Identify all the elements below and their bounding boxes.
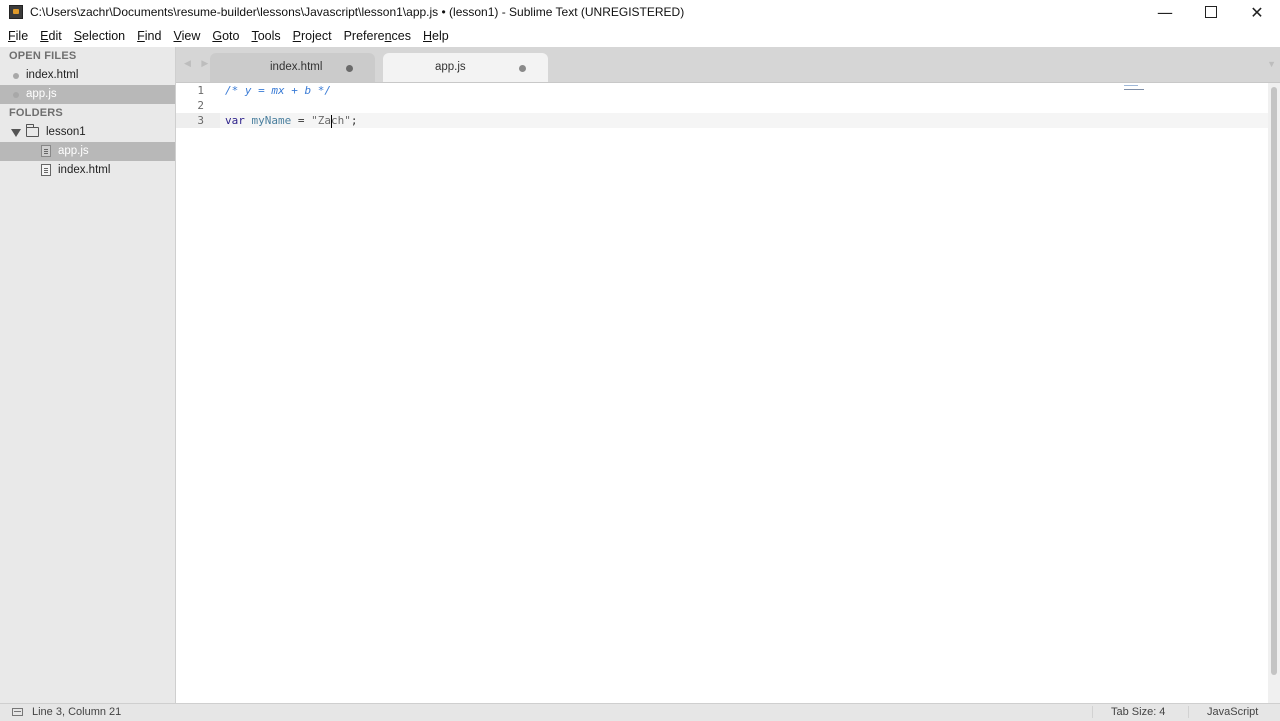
maximize-button[interactable] (1188, 0, 1234, 24)
window-controls: — ✕ (1142, 0, 1280, 24)
code-line-1[interactable]: /* y = mx + b */ (225, 83, 1268, 98)
tab-bar: ◀ ▶ index.html app.js ▼ (176, 47, 1280, 83)
menu-label: ind (144, 29, 162, 43)
expand-arrow-icon[interactable] (11, 129, 21, 137)
menu-label: ools (257, 29, 281, 43)
file-dot-icon (13, 92, 19, 98)
open-file-label: app.js (26, 88, 57, 100)
scrollbar-thumb[interactable] (1271, 87, 1277, 675)
identifier-token: myName (251, 114, 292, 127)
file-icon (41, 164, 51, 176)
close-button[interactable]: ✕ (1234, 0, 1280, 24)
unsaved-dot-icon[interactable] (519, 65, 526, 72)
sidebar: OPEN FILES index.html app.js FOLDERS les… (0, 47, 176, 703)
menu-accel: P (292, 29, 302, 43)
folder-file-label: app.js (58, 145, 89, 157)
minimize-button[interactable]: — (1142, 0, 1188, 24)
menu-label: ile (15, 29, 29, 43)
keyword-token: var (225, 114, 245, 127)
code-editor[interactable]: 1 2 3 /* y = mx + b */ var myName = "Zac… (176, 83, 1268, 703)
tab-label: app.js (435, 61, 466, 73)
syntax-selector[interactable]: JavaScript (1188, 706, 1276, 718)
menu-accel: H (423, 29, 433, 43)
menu-file[interactable]: File (2, 29, 34, 43)
menu-view[interactable]: View (167, 29, 206, 43)
menu-accel: F (8, 29, 16, 43)
tab-index-html[interactable]: index.html (210, 53, 375, 82)
folders-header: FOLDERS (9, 107, 63, 119)
tab-label: index.html (270, 61, 323, 73)
menu-tools[interactable]: Tools (245, 29, 286, 43)
minimap[interactable] (1124, 85, 1144, 91)
tab-size-selector[interactable]: Tab Size: 4 (1092, 706, 1183, 718)
open-files-header: OPEN FILES (9, 50, 77, 62)
menu-label: election (82, 29, 126, 43)
line-number: 2 (197, 99, 204, 112)
line-number: 1 (197, 84, 204, 97)
folder-lesson1[interactable]: lesson1 (0, 123, 175, 142)
menu-find[interactable]: Find (131, 29, 167, 43)
menu-selection[interactable]: Selection (68, 29, 131, 43)
menu-label: ces (391, 29, 411, 43)
menu-bar: File Edit Selection Find View Goto Tools… (0, 25, 1280, 47)
menu-accel: E (40, 29, 49, 43)
menu-accel: G (212, 29, 223, 43)
folder-file-label: index.html (58, 164, 111, 176)
window-title: C:\Users\zachr\Documents\resume-builder\… (30, 5, 685, 19)
menu-edit[interactable]: Edit (34, 29, 68, 43)
menu-label: iew (181, 29, 201, 43)
file-dot-icon (13, 73, 19, 79)
console-toggle-icon[interactable] (12, 708, 23, 716)
menu-accel: S (73, 29, 83, 43)
menu-label: dit (48, 29, 62, 43)
tab-app-js[interactable]: app.js (383, 53, 548, 82)
menu-label: oto (222, 29, 240, 43)
menu-accel: n (384, 29, 392, 43)
file-icon (41, 145, 51, 157)
menu-accel: F (137, 29, 145, 43)
comment-token: /* y = mx + b */ (225, 84, 331, 97)
menu-label: elp (432, 29, 449, 43)
open-file-app-js[interactable]: app.js (0, 85, 175, 104)
unsaved-dot-icon[interactable] (346, 65, 353, 72)
line-number: 3 (176, 113, 220, 128)
cursor-position: Line 3, Column 21 (32, 706, 122, 718)
folder-file-index-html[interactable]: index.html (0, 161, 175, 180)
open-file-label: index.html (26, 69, 79, 81)
operator-token: = (291, 114, 312, 127)
folder-file-app-js[interactable]: app.js (0, 142, 175, 161)
menu-help[interactable]: Help (417, 29, 455, 43)
vertical-scrollbar[interactable] (1268, 83, 1280, 703)
code-line-3[interactable]: var myName = "Zach"; (220, 113, 1268, 128)
folder-label: lesson1 (46, 126, 86, 138)
sublime-app-icon[interactable] (9, 5, 23, 19)
tab-nav-arrows-icon[interactable]: ◀ ▶ (184, 58, 212, 69)
menu-accel: V (173, 29, 182, 43)
menu-goto[interactable]: Goto (206, 29, 245, 43)
title-bar: C:\Users\zachr\Documents\resume-builder\… (0, 0, 1280, 24)
status-bar: Line 3, Column 21 Tab Size: 4 JavaScript (0, 703, 1280, 721)
string-token: ch" (331, 114, 351, 127)
minimize-icon: — (1157, 2, 1173, 22)
code-area[interactable]: /* y = mx + b */ var myName = "Zach"; (220, 83, 1268, 128)
tab-dropdown-icon[interactable]: ▼ (1267, 59, 1276, 69)
maximize-icon (1205, 6, 1217, 18)
string-token: "Za (311, 114, 331, 127)
menu-preferences[interactable]: Preferences (338, 29, 417, 43)
close-icon: ✕ (1250, 2, 1264, 22)
menu-project[interactable]: Project (287, 29, 338, 43)
semicolon-token: ; (350, 114, 358, 127)
menu-label: Prefere (343, 29, 385, 43)
open-file-index-html[interactable]: index.html (0, 66, 175, 85)
menu-label: roject (301, 29, 332, 43)
line-number-gutter: 1 2 3 (176, 83, 220, 128)
folder-open-icon (26, 124, 39, 137)
code-line-2[interactable] (225, 98, 1268, 113)
